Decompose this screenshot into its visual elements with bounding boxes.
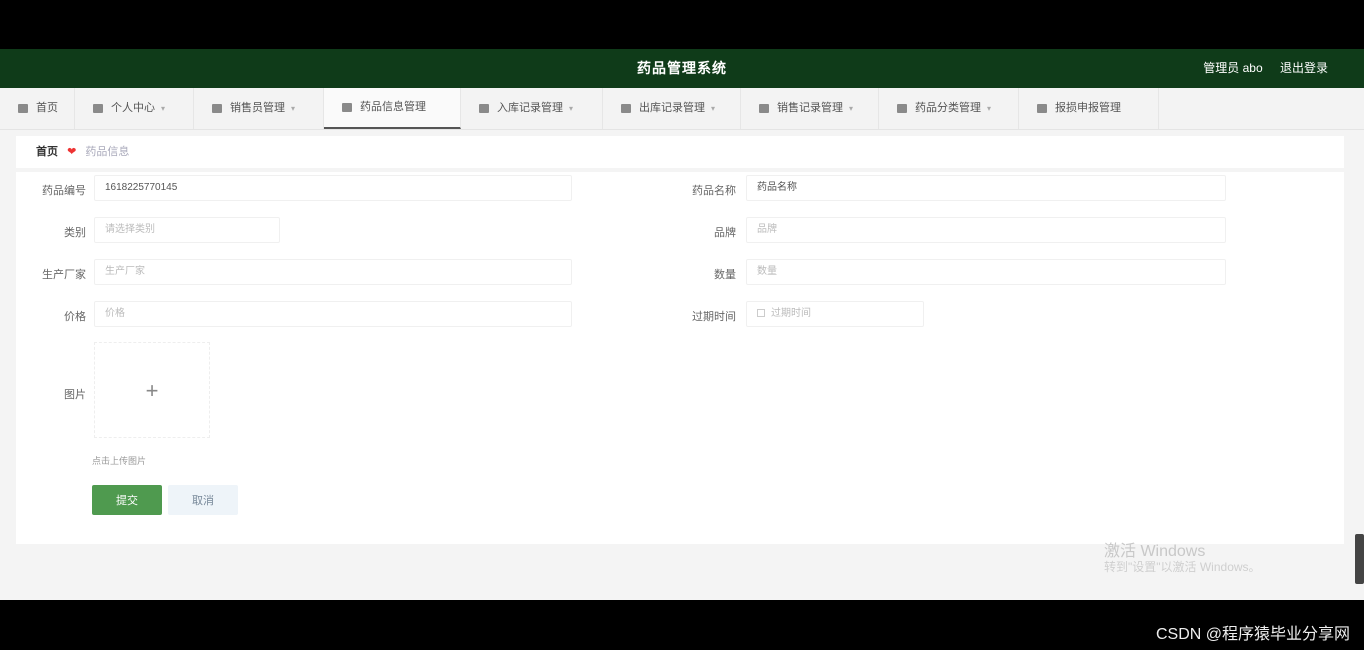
manufacturer-input[interactable]: 生产厂家 xyxy=(94,259,572,285)
admin-user-label: 管理员 abo xyxy=(1203,61,1263,75)
report-icon xyxy=(1037,104,1047,113)
nav-item-home[interactable]: 首页 xyxy=(0,88,75,129)
sort-icon xyxy=(897,104,907,113)
chevron-down-icon: ▾ xyxy=(987,104,992,113)
quantity-input[interactable]: 数量 xyxy=(746,259,1226,285)
user-icon xyxy=(93,104,103,113)
nav-item-stock-in[interactable]: 入库记录管理 ▾ xyxy=(461,88,603,129)
nav-item-sales-staff[interactable]: 销售员管理 ▾ xyxy=(194,88,324,129)
nav-item-label: 首页 xyxy=(36,102,58,114)
chevron-down-icon: ▾ xyxy=(569,104,574,113)
drug-form: 药品编号 1618225770145 药品名称 药品名称 类别 请选择类别 品牌… xyxy=(16,172,1344,544)
upload-hint: 点击上传图片 xyxy=(92,456,147,466)
nav-item-label: 药品分类管理 xyxy=(915,102,981,114)
nav-item-label: 个人中心 xyxy=(111,102,155,114)
scrollbar[interactable] xyxy=(1355,534,1364,584)
breadcrumb-current: 药品信息 xyxy=(85,146,130,158)
nav-item-label: 报损申报管理 xyxy=(1055,102,1121,114)
category-select[interactable]: 请选择类别 xyxy=(94,217,280,243)
calendar-icon xyxy=(757,309,765,318)
image-upload-box[interactable]: + xyxy=(94,342,210,438)
drug-code-input[interactable]: 1618225770145 xyxy=(94,175,572,201)
list-icon xyxy=(212,104,222,113)
price-label: 价格 xyxy=(64,311,86,323)
header-user-area: 管理员 abo 退出登录 xyxy=(1189,49,1328,88)
expiry-label: 过期时间 xyxy=(692,311,736,323)
image-label: 图片 xyxy=(64,389,86,401)
top-header: 药品管理系统 管理员 abo 退出登录 xyxy=(0,49,1364,88)
nav-item-label: 出库记录管理 xyxy=(639,102,705,114)
breadcrumb: 首页 ❤ 药品信息 xyxy=(16,136,1344,168)
nav-item-drug-category[interactable]: 药品分类管理 ▾ xyxy=(879,88,1019,129)
csdn-credit: CSDN @程序猿毕业分享网 xyxy=(1155,626,1350,643)
nav-item-drug-info[interactable]: 药品信息管理 xyxy=(324,88,461,129)
expiry-placeholder: 过期时间 xyxy=(771,308,811,319)
drug-name-input[interactable]: 药品名称 xyxy=(746,175,1226,201)
main-nav: 首页 个人中心 ▾ 销售员管理 ▾ 药品信息管理 入库记录管理 ▾ 出库记录管理… xyxy=(0,88,1364,130)
windows-activation-subtitle: 转到"设置"以激活 Windows。 xyxy=(1104,560,1261,574)
chevron-down-icon: ▾ xyxy=(711,104,716,113)
logout-link[interactable]: 退出登录 xyxy=(1280,61,1328,75)
nav-item-label: 销售记录管理 xyxy=(777,102,843,114)
expiry-date-picker[interactable]: 过期时间 xyxy=(746,301,924,327)
brand-input[interactable]: 品牌 xyxy=(746,217,1226,243)
chevron-down-icon: ▾ xyxy=(161,104,166,113)
calendar-icon xyxy=(759,104,769,113)
manufacturer-label: 生产厂家 xyxy=(42,269,86,281)
price-input[interactable]: 价格 xyxy=(94,301,572,327)
cancel-button[interactable]: 取消 xyxy=(168,485,238,515)
nav-item-label: 药品信息管理 xyxy=(360,101,426,113)
submit-button[interactable]: 提交 xyxy=(92,485,162,515)
nav-item-loss-report[interactable]: 报损申报管理 xyxy=(1019,88,1159,129)
chevron-down-icon: ▾ xyxy=(849,104,854,113)
app-window: 药品管理系统 管理员 abo 退出登录 首页 个人中心 ▾ 销售员管理 ▾ 药品… xyxy=(0,49,1364,600)
nav-item-stock-out[interactable]: 出库记录管理 ▾ xyxy=(603,88,741,129)
drug-name-label: 药品名称 xyxy=(692,185,736,197)
nav-item-personal-center[interactable]: 个人中心 ▾ xyxy=(75,88,194,129)
nav-item-label: 入库记录管理 xyxy=(497,102,563,114)
nav-item-sales-records[interactable]: 销售记录管理 ▾ xyxy=(741,88,879,129)
plus-icon: + xyxy=(145,378,159,403)
nav-item-label: 销售员管理 xyxy=(230,102,285,114)
quantity-label: 数量 xyxy=(714,269,736,281)
category-label: 类别 xyxy=(64,227,86,239)
system-title: 药品管理系统 xyxy=(637,60,727,76)
chevron-down-icon: ▾ xyxy=(291,104,296,113)
home-icon xyxy=(18,104,28,113)
brand-label: 品牌 xyxy=(714,227,736,239)
content-area: 首页 ❤ 药品信息 药品编号 1618225770145 药品名称 药品名称 类… xyxy=(0,130,1364,600)
document-icon xyxy=(342,103,352,112)
truck-icon xyxy=(621,104,631,113)
heart-icon: ❤ xyxy=(67,146,77,158)
user-group-icon xyxy=(479,104,489,113)
breadcrumb-home[interactable]: 首页 xyxy=(36,146,58,158)
drug-code-label: 药品编号 xyxy=(42,185,86,197)
